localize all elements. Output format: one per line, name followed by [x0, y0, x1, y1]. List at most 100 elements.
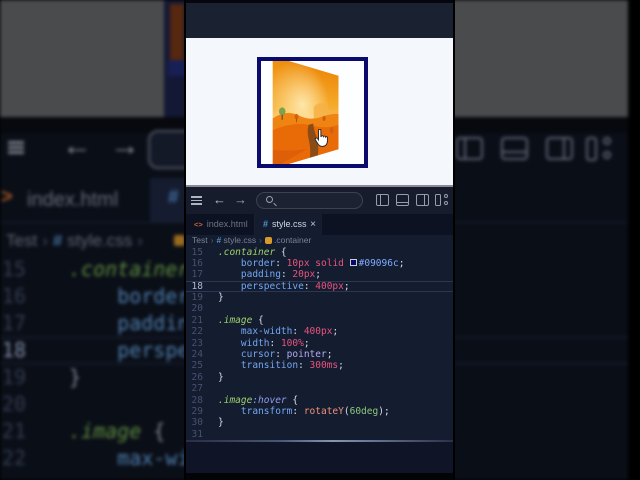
toggle-secondary-sidebar-icon[interactable] [416, 194, 429, 206]
code-line-27[interactable]: 27 [186, 383, 453, 394]
code-editor[interactable]: 15 .container {16 border: 10px solid #090… [186, 247, 453, 441]
screenshot-root: ← → > index.html # Test › # style.css › 15.… [0, 0, 640, 480]
toggle-sidebar-icon[interactable] [376, 194, 389, 206]
css-hash-icon: # [263, 219, 269, 229]
line-number: 20 [1, 392, 26, 416]
line-number: 16 [191, 257, 203, 269]
search-icon [266, 196, 273, 203]
breadcrumb: Test › # style.css › [6, 231, 143, 250]
bg-image-edge-orange [170, 4, 184, 62]
code-text: perspective: 400px; [240, 280, 350, 292]
tab-index-html[interactable]: <> index.html [186, 214, 255, 235]
line-number: 24 [191, 349, 203, 361]
code-line-21[interactable]: 21 .image { [186, 315, 453, 326]
line-number: 26 [191, 371, 203, 383]
customize-layout-icon[interactable] [435, 194, 450, 206]
color-swatch[interactable] [349, 258, 357, 266]
tab-bar: <> index.html # style.css × [186, 214, 453, 235]
code-text: cursor: pointer; [240, 349, 333, 361]
code-line-25[interactable]: 25 transition: 300ms; [186, 360, 453, 371]
frame-bottom-edge [186, 473, 453, 480]
line-number: 18 [1, 338, 26, 362]
css-hash-icon: # [216, 235, 222, 245]
menu-icon[interactable] [191, 196, 202, 205]
rotated-image[interactable] [272, 61, 339, 164]
code-text: padding: 20px; [240, 269, 322, 281]
code-line-22[interactable]: 22 max-width: 400px; [186, 326, 453, 337]
line-number: 21 [191, 314, 203, 326]
code-line-19[interactable]: 19} [186, 292, 453, 303]
toggle-panel-icon [501, 137, 528, 160]
line-number: 29 [191, 405, 203, 417]
code-text: border [117, 284, 190, 308]
back-arrow-icon[interactable]: ← [213, 192, 226, 207]
code-line-31[interactable]: 31 [186, 429, 453, 440]
breadcrumb-file[interactable]: style.css [224, 235, 257, 245]
code-text: } [218, 417, 224, 429]
code-line-28[interactable]: 28 .image:hover { [186, 395, 453, 406]
toggle-panel-icon[interactable] [396, 194, 409, 206]
forward-arrow-icon[interactable]: → [234, 192, 247, 207]
code-text: } [218, 371, 224, 383]
code-text: .container { [218, 246, 287, 258]
toggle-secondary-sidebar-icon [546, 137, 573, 160]
line-number: 15 [1, 257, 26, 281]
line-number: 28 [191, 394, 203, 406]
code-text: border: 10px solid #09096c; [240, 257, 405, 269]
code-line-15[interactable]: 15 .container { [186, 247, 453, 258]
code-line-20[interactable]: 20 [186, 303, 453, 314]
bottom-panel [186, 442, 453, 473]
code-line-30[interactable]: 30} [186, 417, 453, 428]
code-text: width: 100%; [240, 337, 310, 349]
line-number: 22 [191, 326, 203, 338]
browser-preview [186, 38, 453, 185]
code-text: transform: rotateY(60deg); [240, 405, 390, 417]
toggle-sidebar-icon [456, 137, 483, 160]
html-icon: <> [194, 220, 203, 229]
line-number: 22 [1, 446, 26, 470]
code-line-24[interactable]: 24 cursor: pointer; [186, 349, 453, 360]
tab-style-css: # [150, 178, 188, 223]
code-text: .image { [218, 314, 264, 326]
forward-arrow-icon: → [110, 129, 140, 162]
code-text: transition: 300ms; [240, 360, 344, 372]
short-video-frame: ← → <>index.html #style.css × Test›# [184, 0, 455, 480]
landscape-image [272, 61, 339, 164]
css-hash-icon: # [168, 187, 179, 208]
line-number: 25 [191, 360, 203, 372]
code-line-17[interactable]: 17 padding: 20px; [186, 269, 453, 280]
line-number: 17 [191, 269, 203, 281]
code-text: } [218, 292, 224, 304]
code-text: .image:hover { [218, 394, 299, 406]
editor-title-bar: ← → [186, 187, 453, 214]
tab-index-html: index.html [27, 189, 119, 211]
search-input[interactable] [256, 192, 363, 209]
symbol-class-icon [264, 236, 272, 244]
image-container[interactable] [257, 57, 368, 168]
close-icon[interactable]: × [310, 214, 316, 235]
line-number: 23 [191, 337, 203, 349]
line-number: 16 [1, 284, 26, 308]
breadcrumb: Test › # style.css › .container [192, 235, 453, 247]
code-text: } [69, 365, 82, 389]
line-number: 19 [191, 292, 203, 304]
code-text: paddin [117, 311, 190, 335]
line-number: 31 [191, 428, 203, 440]
code-line-18[interactable]: 18 perspective: 400px; [186, 281, 453, 292]
html-icon: > [1, 186, 13, 208]
code-text: max-width: 400px; [240, 326, 339, 338]
breadcrumb-folder[interactable]: Test [192, 235, 208, 245]
code-line-26[interactable]: 26} [186, 372, 453, 383]
line-number: 15 [191, 246, 203, 258]
line-number: 21 [1, 419, 26, 443]
code-line-16[interactable]: 16 border: 10px solid #09096c; [186, 258, 453, 269]
code-line-23[interactable]: 23 width: 100%; [186, 338, 453, 349]
tab-style-css[interactable]: # style.css × [255, 214, 322, 235]
breadcrumb-symbol[interactable]: .container [274, 235, 311, 245]
code-line-29[interactable]: 29 transform: rotateY(60deg); [186, 406, 453, 417]
line-number: 30 [191, 417, 203, 429]
line-number: 20 [191, 303, 203, 315]
frame-top-bar [186, 3, 453, 38]
code-text: max-wi [117, 446, 190, 470]
line-number: 19 [1, 365, 26, 389]
